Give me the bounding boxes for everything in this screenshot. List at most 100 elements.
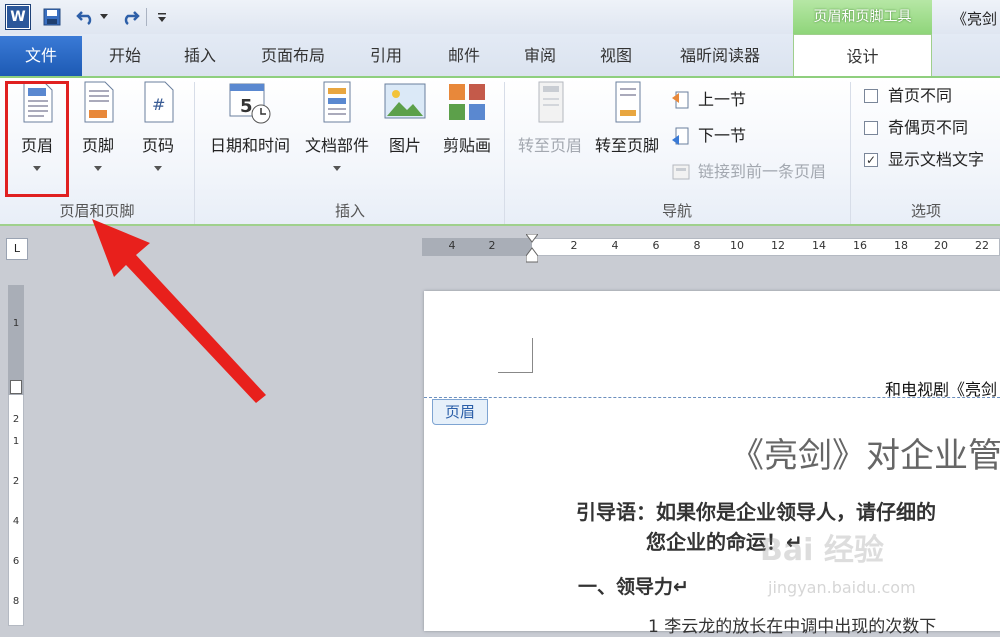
next-section-icon bbox=[672, 127, 689, 145]
footer-button-label: 页脚 bbox=[81, 136, 114, 155]
crop-mark bbox=[498, 338, 533, 373]
save-icon[interactable] bbox=[40, 5, 64, 29]
date-time-button[interactable]: 5 日期和时间 bbox=[206, 80, 294, 190]
margin-marker-icon[interactable] bbox=[10, 380, 22, 394]
tab-file[interactable]: 文件 bbox=[0, 36, 82, 76]
footer-icon bbox=[84, 81, 114, 123]
doc-parts-button[interactable]: 文档部件 bbox=[300, 80, 374, 190]
goto-footer-icon bbox=[615, 81, 641, 123]
clip-art-button[interactable]: 剪贴画 bbox=[438, 80, 496, 190]
ruler-tick: 6 bbox=[12, 556, 20, 567]
header-button-highlight bbox=[5, 81, 69, 197]
ruler-tick: 2 bbox=[12, 476, 20, 487]
next-section-label: 下一节 bbox=[698, 126, 747, 145]
header-boundary-line bbox=[424, 397, 1000, 398]
group-label-options: 选项 bbox=[910, 202, 941, 220]
tab-selector-button[interactable]: L bbox=[6, 238, 28, 260]
calendar-clock-icon: 5 bbox=[229, 83, 271, 124]
different-odd-even-label: 奇偶页不同 bbox=[888, 118, 969, 137]
checkmark-icon[interactable]: ✓ bbox=[864, 153, 878, 167]
ruler-tick: 1 bbox=[12, 436, 20, 447]
group-label-navigation: 导航 bbox=[661, 202, 692, 220]
different-odd-even-checkbox[interactable]: 奇偶页不同 bbox=[864, 116, 968, 140]
ruler-tick: 2 bbox=[570, 239, 578, 252]
ruler-tick: 10 bbox=[730, 239, 744, 252]
goto-header-button[interactable]: 转至页眉 bbox=[512, 80, 588, 190]
baidu-watermark-url: jingyan.baidu.com bbox=[768, 578, 916, 597]
tab-mailings[interactable]: 邮件 bbox=[434, 36, 494, 76]
ruler-tick: 8 bbox=[693, 239, 701, 252]
ruler-tick: 22 bbox=[975, 239, 989, 252]
tab-view[interactable]: 视图 bbox=[586, 36, 646, 76]
redo-icon[interactable] bbox=[118, 5, 142, 29]
group-separator bbox=[850, 82, 851, 224]
tab-insert[interactable]: 插入 bbox=[170, 36, 230, 76]
page-number-button-label: 页码 bbox=[141, 136, 174, 155]
indent-marker-icon[interactable] bbox=[525, 233, 539, 264]
tab-page-layout[interactable]: 页面布局 bbox=[248, 36, 338, 76]
page-number-dropdown-icon bbox=[154, 166, 162, 171]
tab-foxit-reader[interactable]: 福昕阅读器 bbox=[662, 36, 778, 76]
goto-footer-label: 转至页脚 bbox=[594, 136, 659, 155]
word-logo-icon[interactable]: W bbox=[6, 5, 30, 29]
date-time-label: 日期和时间 bbox=[209, 136, 290, 155]
ruler-tick: 4 bbox=[12, 516, 20, 527]
ruler-tick: 8 bbox=[12, 596, 20, 607]
ruler-tick: 18 bbox=[894, 239, 908, 252]
link-previous-button[interactable]: 链接到前一条页眉 bbox=[670, 160, 826, 184]
horizontal-ruler-margin bbox=[422, 238, 532, 256]
doc-parts-label: 文档部件 bbox=[304, 136, 369, 155]
show-document-text-label: 显示文档文字 bbox=[888, 150, 985, 169]
ruler-tick: 2 bbox=[488, 239, 496, 252]
ruler-tick: 12 bbox=[771, 239, 785, 252]
ruler-tick: 4 bbox=[611, 239, 619, 252]
ruler-tick: 4 bbox=[448, 239, 456, 252]
contextual-tab-header: 页眉和页脚工具 bbox=[793, 0, 932, 34]
qa-separator bbox=[146, 8, 147, 26]
undo-dropdown-icon[interactable] bbox=[100, 14, 108, 19]
tab-design[interactable]: 设计 bbox=[793, 34, 932, 78]
link-icon bbox=[672, 164, 690, 180]
document-section-heading[interactable]: 一、领导力↵ bbox=[578, 572, 689, 599]
doc-parts-dropdown-icon bbox=[333, 166, 341, 171]
header-area-tag: 页眉 bbox=[432, 399, 488, 425]
footer-dropdown-icon bbox=[94, 166, 102, 171]
picture-button[interactable]: 图片 bbox=[382, 80, 428, 190]
document-heading[interactable]: 《亮剑》对企业管 bbox=[730, 428, 1000, 477]
ruler-tick: 1 bbox=[12, 318, 20, 329]
goto-header-label: 转至页眉 bbox=[517, 136, 582, 155]
show-document-text-checkbox[interactable]: ✓ 显示文档文字 bbox=[864, 148, 984, 172]
prev-section-label: 上一节 bbox=[698, 90, 747, 109]
document-intro-line[interactable]: 引导语：如果你是企业领导人，请仔细的 bbox=[576, 496, 936, 525]
ruler-tick: 6 bbox=[652, 239, 660, 252]
checkbox-unchecked[interactable] bbox=[864, 89, 878, 103]
footer-button[interactable]: 页脚 bbox=[72, 80, 124, 190]
ruler-tick: 16 bbox=[853, 239, 867, 252]
picture-label: 图片 bbox=[388, 136, 421, 155]
prev-section-icon bbox=[672, 91, 689, 109]
next-section-button[interactable]: 下一节 bbox=[670, 124, 746, 148]
customize-toolbar-icon[interactable] bbox=[150, 5, 174, 29]
svg-text:#: # bbox=[152, 95, 165, 114]
different-first-page-label: 首页不同 bbox=[888, 86, 953, 105]
different-first-page-checkbox[interactable]: 首页不同 bbox=[864, 84, 952, 108]
goto-footer-button[interactable]: 转至页脚 bbox=[590, 80, 664, 190]
document-list-item[interactable]: 1 李云龙的放长在中调中出现的次数下 bbox=[648, 612, 936, 637]
link-previous-label: 链接到前一条页眉 bbox=[698, 162, 827, 181]
svg-text:5: 5 bbox=[240, 96, 253, 117]
ruler-tick: 20 bbox=[934, 239, 948, 252]
prev-section-button[interactable]: 上一节 bbox=[670, 88, 746, 112]
tab-review[interactable]: 审阅 bbox=[510, 36, 570, 76]
vertical-ruler-margin bbox=[8, 285, 24, 395]
baidu-watermark: Bai 经验 bbox=[760, 533, 884, 568]
checkbox-unchecked[interactable] bbox=[864, 121, 878, 135]
tab-references[interactable]: 引用 bbox=[356, 36, 416, 76]
goto-header-icon bbox=[538, 81, 564, 123]
page-number-button[interactable]: # 页码 bbox=[132, 80, 184, 190]
ruler-tick: 2 bbox=[12, 414, 20, 425]
page-number-icon: # bbox=[144, 81, 174, 123]
tab-home[interactable]: 开始 bbox=[96, 36, 154, 76]
doc-parts-icon bbox=[323, 81, 351, 123]
picture-icon bbox=[384, 83, 426, 119]
undo-icon[interactable] bbox=[74, 5, 98, 29]
